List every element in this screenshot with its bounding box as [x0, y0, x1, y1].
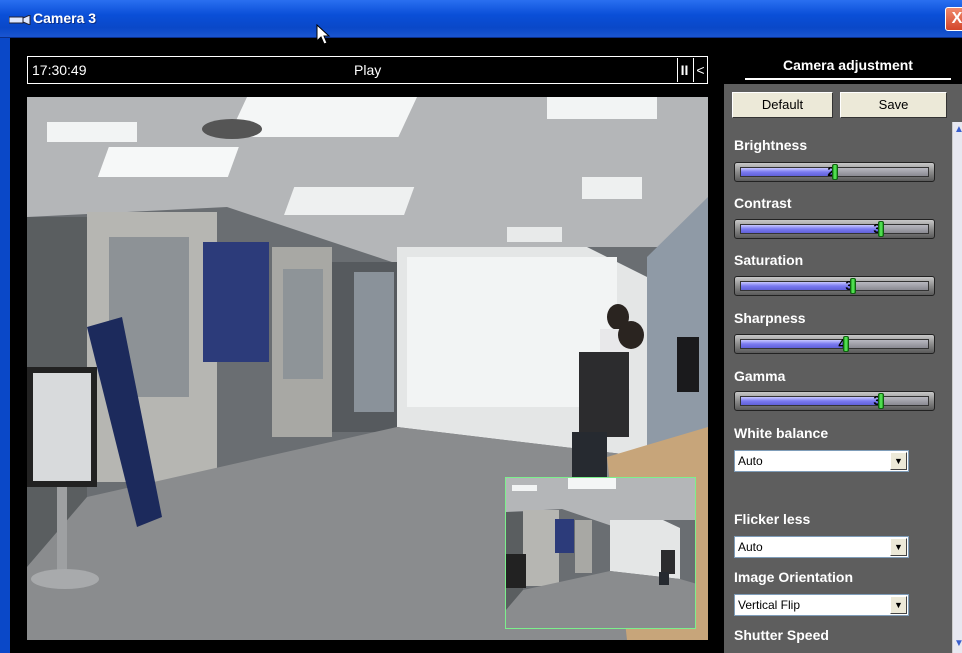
chevron-down-icon[interactable]: ▼: [890, 452, 907, 470]
camera-icon: [9, 15, 31, 25]
select-value: Auto: [738, 540, 763, 554]
saturation-label: Saturation: [734, 252, 804, 268]
slider-track: 3: [740, 221, 929, 237]
slider-track: 4: [740, 336, 929, 352]
pause-button[interactable]: II: [677, 58, 691, 82]
chevron-down-icon[interactable]: ▼: [890, 596, 907, 614]
slider-knob[interactable]: [832, 164, 838, 180]
tab-camera-adjustment[interactable]: Camera adjustment: [745, 56, 951, 80]
sharpness-slider[interactable]: 4: [734, 334, 935, 354]
collapse-panel-button[interactable]: <: [693, 58, 707, 82]
slider-track: 2: [740, 164, 929, 180]
slider-track: 3: [740, 278, 929, 294]
window-title: Camera 3: [33, 10, 97, 26]
slider-knob[interactable]: [878, 221, 884, 237]
white-balance-select[interactable]: Auto ▼: [734, 450, 909, 472]
mouse-cursor-icon: [316, 24, 331, 45]
contrast-label: Contrast: [734, 195, 792, 211]
shutter-speed-label: Shutter Speed: [734, 627, 829, 643]
thumbnail-image: [506, 478, 695, 628]
sharpness-label: Sharpness: [734, 310, 806, 326]
overview-thumbnail[interactable]: [505, 477, 696, 629]
select-value: Auto: [738, 454, 763, 468]
video-header: 17:30:49 Play II <: [27, 56, 708, 84]
playback-status: Play: [354, 62, 382, 78]
slider-knob[interactable]: [843, 336, 849, 352]
chevron-down-icon[interactable]: ▼: [890, 538, 907, 556]
slider-fill: [741, 225, 881, 233]
window-frame: [0, 38, 10, 653]
slider-knob[interactable]: [878, 393, 884, 409]
slider-value: 3: [873, 393, 881, 408]
contrast-slider[interactable]: 3: [734, 219, 935, 239]
saturation-slider[interactable]: 3: [734, 276, 935, 296]
flicker-less-label: Flicker less: [734, 511, 811, 527]
title-bar: Camera 3 X: [0, 0, 962, 38]
white-balance-label: White balance: [734, 425, 829, 441]
slider-fill: [741, 397, 881, 405]
flicker-less-select[interactable]: Auto ▼: [734, 536, 909, 558]
slider-knob[interactable]: [850, 278, 856, 294]
close-button[interactable]: X: [945, 7, 962, 31]
default-button[interactable]: Default: [732, 92, 833, 118]
image-orientation-select[interactable]: Vertical Flip ▼: [734, 594, 909, 616]
scroll-up-icon[interactable]: ▲: [954, 124, 962, 135]
slider-value: 3: [873, 221, 881, 236]
slider-value: 4: [838, 336, 846, 351]
slider-track: 3: [740, 393, 929, 409]
brightness-slider[interactable]: 2: [734, 162, 935, 182]
panel-scrollbar[interactable]: ▲ ▼: [952, 122, 962, 653]
slider-value: 2: [827, 164, 835, 179]
gamma-label: Gamma: [734, 368, 786, 384]
save-button[interactable]: Save: [840, 92, 947, 118]
select-value: Vertical Flip: [738, 598, 801, 612]
gamma-slider[interactable]: 3: [734, 391, 935, 411]
brightness-label: Brightness: [734, 137, 808, 153]
slider-value: 3: [845, 278, 853, 293]
slider-fill: [741, 282, 853, 290]
timestamp: 17:30:49: [32, 62, 87, 78]
slider-fill: [741, 340, 846, 348]
scroll-down-icon[interactable]: ▼: [954, 638, 962, 649]
image-orientation-label: Image Orientation: [734, 569, 854, 585]
